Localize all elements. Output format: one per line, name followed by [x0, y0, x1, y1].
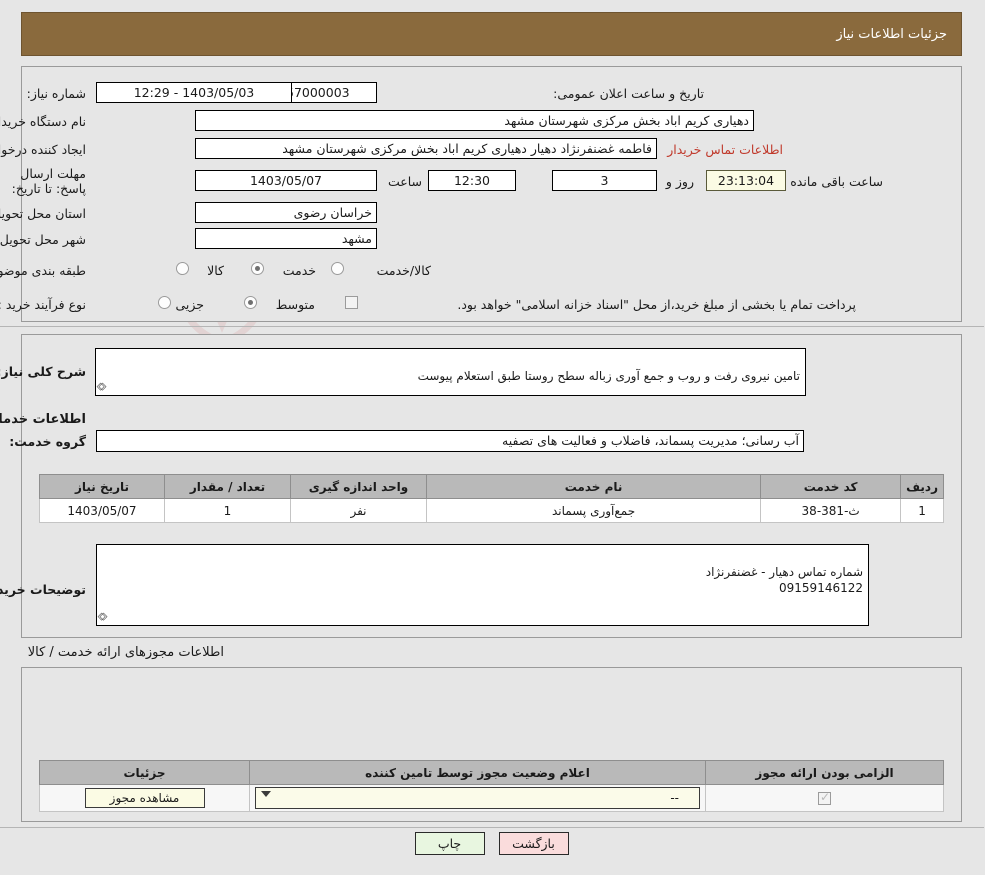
radio-process-jozei-label: جزیی	[176, 297, 205, 312]
page-title: جزئیات اطلاعات نیاز	[837, 26, 948, 42]
cell-need-date: 1403/05/07	[40, 498, 166, 523]
chevron-down-icon	[262, 791, 272, 797]
col-unit: واحد اندازه گیری	[291, 474, 428, 499]
buyer-contact-link[interactable]: اطلاعات تماس خریدار	[668, 142, 784, 157]
days-remaining-field[interactable]: 3	[553, 170, 658, 191]
general-description-value: تامین نیروی رفت و روب و جمع آوری زباله س…	[418, 369, 801, 383]
process-type-label: نوع فرآیند خرید :	[0, 297, 87, 312]
services-table: ردیف کد خدمت نام خدمت واحد اندازه گیری ت…	[40, 474, 945, 523]
col-permit-required: الزامی بودن ارائه مجوز	[706, 760, 945, 785]
announce-datetime-field[interactable]: 1403/05/03 - 12:29	[97, 82, 293, 103]
panel-divider-2	[0, 827, 985, 828]
deadline-date-field[interactable]: 1403/05/07	[196, 170, 378, 191]
col-index: ردیف	[901, 474, 945, 499]
services-section-heading: اطلاعات خدمات مورد نیاز	[0, 412, 87, 427]
service-group-label: گروه خدمت:	[10, 434, 87, 449]
deadline-label: مهلت ارسال پاسخ: تا تاریخ:	[12, 166, 87, 196]
permit-required-checkbox	[819, 790, 832, 805]
deadline-time-field[interactable]: 12:30	[429, 170, 517, 191]
table-row[interactable]: 1 ث-381-38 جمع‌آوری پسماند نفر 1 1403/05…	[40, 498, 945, 523]
permits-table: الزامی بودن ارائه مجوز اعلام وضعیت مجوز …	[40, 760, 945, 812]
deadline-hour-label: ساعت	[388, 174, 423, 189]
cell-unit: نفر	[291, 498, 428, 523]
footer-actions: بازگشت چاپ	[0, 832, 985, 855]
col-qty: تعداد / مقدار	[165, 474, 292, 499]
treasury-bond-checkbox[interactable]	[346, 296, 359, 309]
services-table-header-row: ردیف کد خدمت نام خدمت واحد اندازه گیری ت…	[40, 474, 945, 499]
resize-grip-icon-2[interactable]: ⧉	[95, 609, 112, 626]
province-label: استان محل تحویل:	[0, 206, 87, 221]
print-button[interactable]: چاپ	[415, 832, 486, 855]
resize-grip-icon[interactable]: ⧉	[94, 379, 111, 396]
permit-status-value: --	[671, 791, 680, 805]
cell-name: جمع‌آوری پسماند	[426, 498, 763, 523]
col-permit-details: جزئیات	[40, 760, 251, 785]
general-description-label: شرح کلی نیاز:	[0, 364, 87, 379]
permits-section-heading: اطلاعات مجوزهای ارائه خدمت / کالا	[28, 645, 225, 660]
window-title-bar: جزئیات اطلاعات نیاز	[22, 12, 963, 56]
radio-process-jozei[interactable]	[159, 296, 172, 309]
announce-datetime-label: تاریخ و ساعت اعلان عمومی:	[554, 86, 705, 101]
cell-permit-required	[706, 784, 945, 812]
need-info-panel	[22, 66, 963, 322]
panel-divider-1	[0, 326, 985, 327]
province-field[interactable]: خراسان رضوی	[196, 202, 378, 223]
time-remaining-field: 23:13:04	[707, 170, 787, 191]
col-code: کد خدمت	[761, 474, 903, 499]
page-root: AriaTender.net جزئیات اطلاعات نیاز شماره…	[0, 0, 985, 875]
radio-category-kala-khedmat-label: کالا/خدمت	[377, 263, 432, 278]
category-label: طبقه بندی موضوعی:	[0, 263, 87, 278]
request-creator-label: ایجاد کننده درخواست:	[0, 142, 87, 157]
city-field[interactable]: مشهد	[196, 228, 378, 249]
service-group-field[interactable]: آب رسانی؛ مدیریت پسماند، فاضلاب و فعالیت…	[97, 430, 805, 452]
view-permit-button[interactable]: مشاهده مجوز	[85, 788, 206, 808]
radio-category-kala-khedmat[interactable]	[332, 262, 345, 275]
buyer-notes-label: توضیحات خریدار:	[0, 582, 87, 597]
col-permit-status: اعلام وضعیت مجوز توسط تامین کننده	[250, 760, 707, 785]
radio-process-motevasset-label: متوسط	[276, 297, 316, 312]
radio-category-khedmat[interactable]	[252, 262, 265, 275]
table-row[interactable]: -- مشاهده مجوز	[40, 784, 945, 812]
back-button[interactable]: بازگشت	[499, 832, 570, 855]
col-date: تاریخ نیاز	[40, 474, 166, 499]
permits-table-header-row: الزامی بودن ارائه مجوز اعلام وضعیت مجوز …	[40, 760, 945, 785]
radio-process-motevasset[interactable]	[245, 296, 258, 309]
buyer-notes-textarea[interactable]: شماره تماس دهیار - غضنفرنژاد 09159146122…	[95, 544, 870, 626]
radio-category-kala[interactable]	[177, 262, 190, 275]
permit-status-select[interactable]: --	[256, 787, 701, 809]
col-name: نام خدمت	[426, 474, 763, 499]
cell-code: ث-381-38	[761, 498, 903, 523]
cell-quantity: 1	[165, 498, 292, 523]
general-description-textarea[interactable]: تامین نیروی رفت و روب و جمع آوری زباله س…	[94, 348, 807, 396]
need-number-label: شماره نیاز:	[27, 86, 87, 101]
buyer-notes-value: شماره تماس دهیار - غضنفرنژاد 09159146122	[706, 565, 864, 595]
buyer-org-field[interactable]: دهیاری کریم اباد بخش مرکزی شهرستان مشهد	[196, 110, 755, 131]
radio-category-khedmat-label: خدمت	[283, 263, 317, 278]
cell-permit-details[interactable]: مشاهده مجوز	[40, 784, 251, 812]
cell-permit-status[interactable]: --	[250, 784, 707, 812]
treasury-bond-note: پرداخت تمام یا بخشی از مبلغ خرید،از محل …	[458, 297, 857, 312]
days-separator-label: روز و	[666, 174, 695, 189]
city-label: شهر محل تحویل:	[0, 232, 87, 247]
cell-index: 1	[901, 498, 945, 523]
request-creator-field[interactable]: فاطمه غضنفرنژاد دهیار دهیاری کریم اباد ب…	[196, 138, 658, 159]
buyer-org-label: نام دستگاه خریدار:	[0, 114, 87, 129]
remaining-suffix-label: ساعت باقی مانده	[791, 174, 884, 189]
radio-category-kala-label: کالا	[208, 263, 225, 278]
